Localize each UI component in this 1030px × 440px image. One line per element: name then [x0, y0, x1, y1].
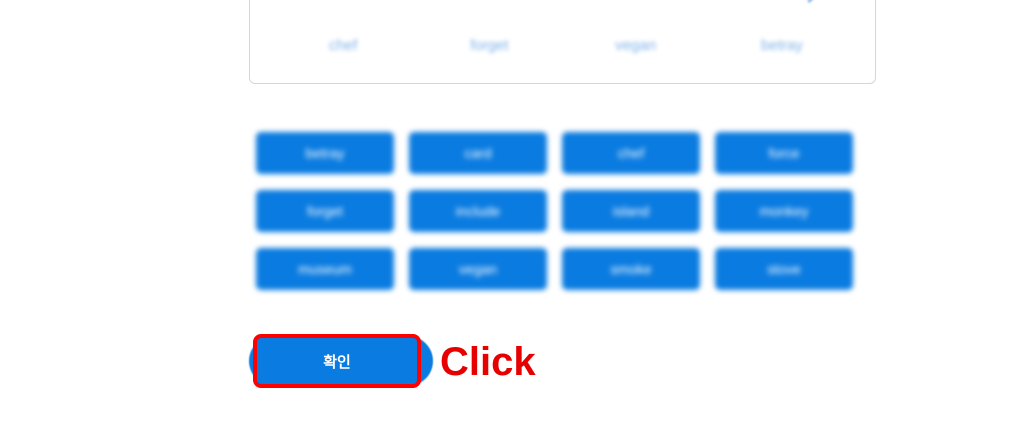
confirm-button[interactable]: 확인	[253, 334, 421, 388]
word-button[interactable]: betray	[256, 132, 394, 174]
click-annotation: Click	[440, 340, 536, 384]
selected-words-row: chef forget vegan betray	[250, 37, 875, 54]
word-button[interactable]: monkey	[715, 190, 853, 232]
selected-words-card: chef forget vegan betray	[249, 0, 876, 84]
word-button[interactable]: include	[409, 190, 547, 232]
word-button[interactable]: chef	[562, 132, 700, 174]
selected-word[interactable]: forget	[416, 37, 562, 54]
word-button[interactable]: forget	[256, 190, 394, 232]
selected-word[interactable]: betray	[709, 37, 855, 54]
word-button[interactable]: smoke	[562, 248, 700, 290]
word-button[interactable]: card	[409, 132, 547, 174]
word-button[interactable]: museum	[256, 248, 394, 290]
word-button[interactable]: stove	[715, 248, 853, 290]
word-button[interactable]: island	[562, 190, 700, 232]
selected-word[interactable]: vegan	[563, 37, 709, 54]
word-button[interactable]: vegan	[409, 248, 547, 290]
word-button-grid: betray card chef force forget include is…	[256, 132, 853, 290]
word-button[interactable]: force	[715, 132, 853, 174]
chevron-icon[interactable]	[803, 0, 815, 3]
selected-word[interactable]: chef	[270, 37, 416, 54]
